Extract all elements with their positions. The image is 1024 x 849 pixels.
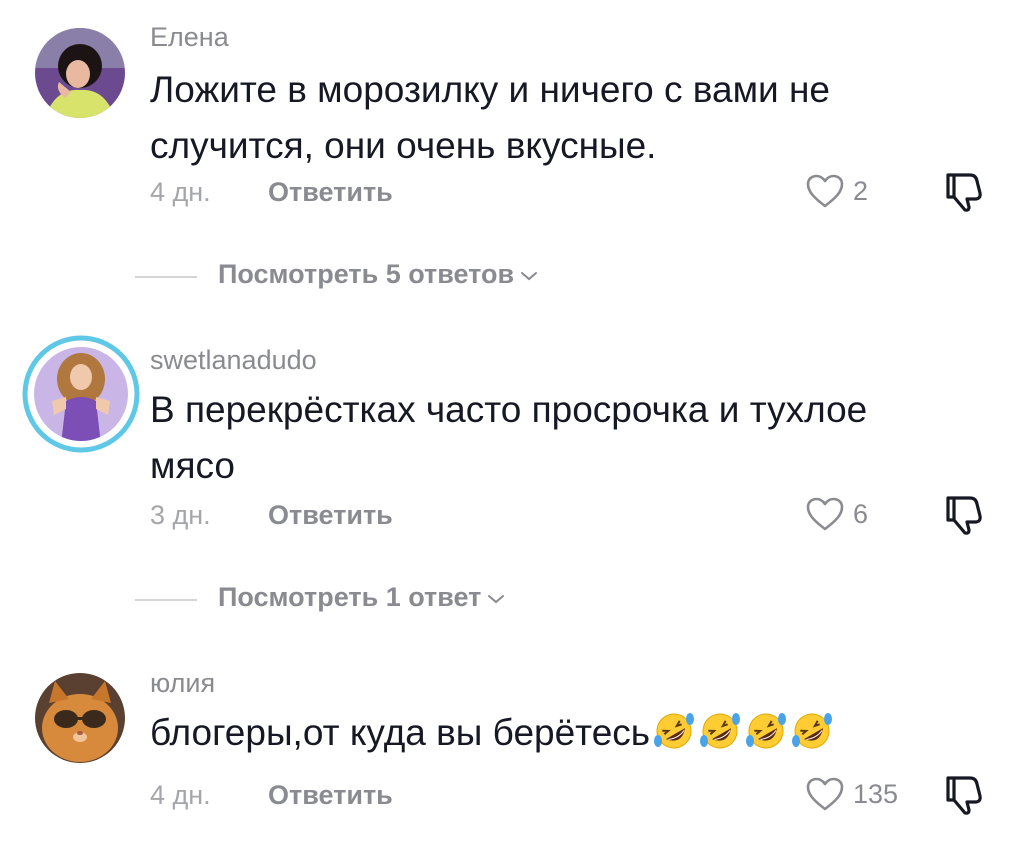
- thumbs-down-icon[interactable]: [940, 492, 986, 536]
- heart-outline-icon: [806, 777, 844, 811]
- rofl-emoji: [746, 713, 787, 749]
- view-replies-row: Посмотреть 1 ответ: [0, 580, 1024, 620]
- chevron-down-icon: [521, 271, 538, 280]
- comment-username[interactable]: Елена: [150, 22, 229, 53]
- view-replies-label: Посмотреть 5 ответов: [218, 259, 515, 289]
- heart-outline-icon: [806, 497, 844, 531]
- rofl-emoji: [700, 713, 741, 749]
- view-replies-button[interactable]: Посмотреть 1 ответ: [218, 582, 505, 613]
- rofl-emoji: [654, 713, 695, 749]
- like-button[interactable]: 2: [805, 171, 868, 211]
- comment-username[interactable]: юлия: [150, 668, 215, 699]
- like-count: 135: [853, 778, 899, 809]
- comment-username[interactable]: swetlanadudo: [150, 345, 317, 376]
- reply-button[interactable]: Ответить: [268, 780, 393, 811]
- like-button[interactable]: 135: [805, 774, 898, 814]
- view-replies-row: Посмотреть 5 ответов: [0, 257, 1024, 297]
- like-button[interactable]: 6: [805, 494, 868, 534]
- avatar[interactable]: [22, 335, 140, 453]
- divider: [135, 599, 197, 601]
- reply-button[interactable]: Ответить: [268, 500, 393, 531]
- reply-button[interactable]: Ответить: [268, 177, 393, 208]
- avatar[interactable]: [35, 673, 125, 763]
- divider: [135, 276, 197, 278]
- comment-actions: 3 дн. Ответить 6: [150, 496, 1000, 540]
- comment-timestamp: 4 дн.: [150, 177, 211, 207]
- comment-timestamp: 3 дн.: [150, 500, 211, 530]
- comment-text: Ложите в морозилку и ничего с вами не сл…: [150, 69, 830, 166]
- view-replies-label: Посмотреть 1 ответ: [218, 582, 482, 612]
- rofl-emoji: [792, 713, 833, 749]
- comment-text: В перекрёстках часто просрочка и тухлое …: [150, 389, 868, 486]
- thumbs-down-icon[interactable]: [940, 169, 986, 213]
- chevron-down-icon: [488, 594, 505, 603]
- comment-actions: 4 дн. Ответить 135: [150, 776, 1000, 820]
- emoji-group: [652, 711, 836, 751]
- avatar[interactable]: [35, 28, 125, 118]
- like-count: 6: [853, 498, 869, 529]
- comment-text-content: блогеры,от куда вы берётесь: [150, 712, 651, 753]
- comment-timestamp: 4 дн.: [150, 780, 211, 810]
- comment-text: блогеры,от куда вы берётесь: [150, 705, 940, 761]
- comment-actions: 4 дн. Ответить 2: [150, 173, 1000, 217]
- avatar-photo-cat-with-sunglasses: [35, 673, 125, 763]
- avatar-photo-woman-with-story-ring: [22, 335, 140, 453]
- view-replies-button[interactable]: Посмотреть 5 ответов: [218, 259, 538, 290]
- thumbs-down-icon[interactable]: [940, 772, 986, 816]
- avatar-photo-woman: [35, 28, 125, 118]
- heart-outline-icon: [806, 174, 844, 208]
- like-count: 2: [853, 175, 869, 206]
